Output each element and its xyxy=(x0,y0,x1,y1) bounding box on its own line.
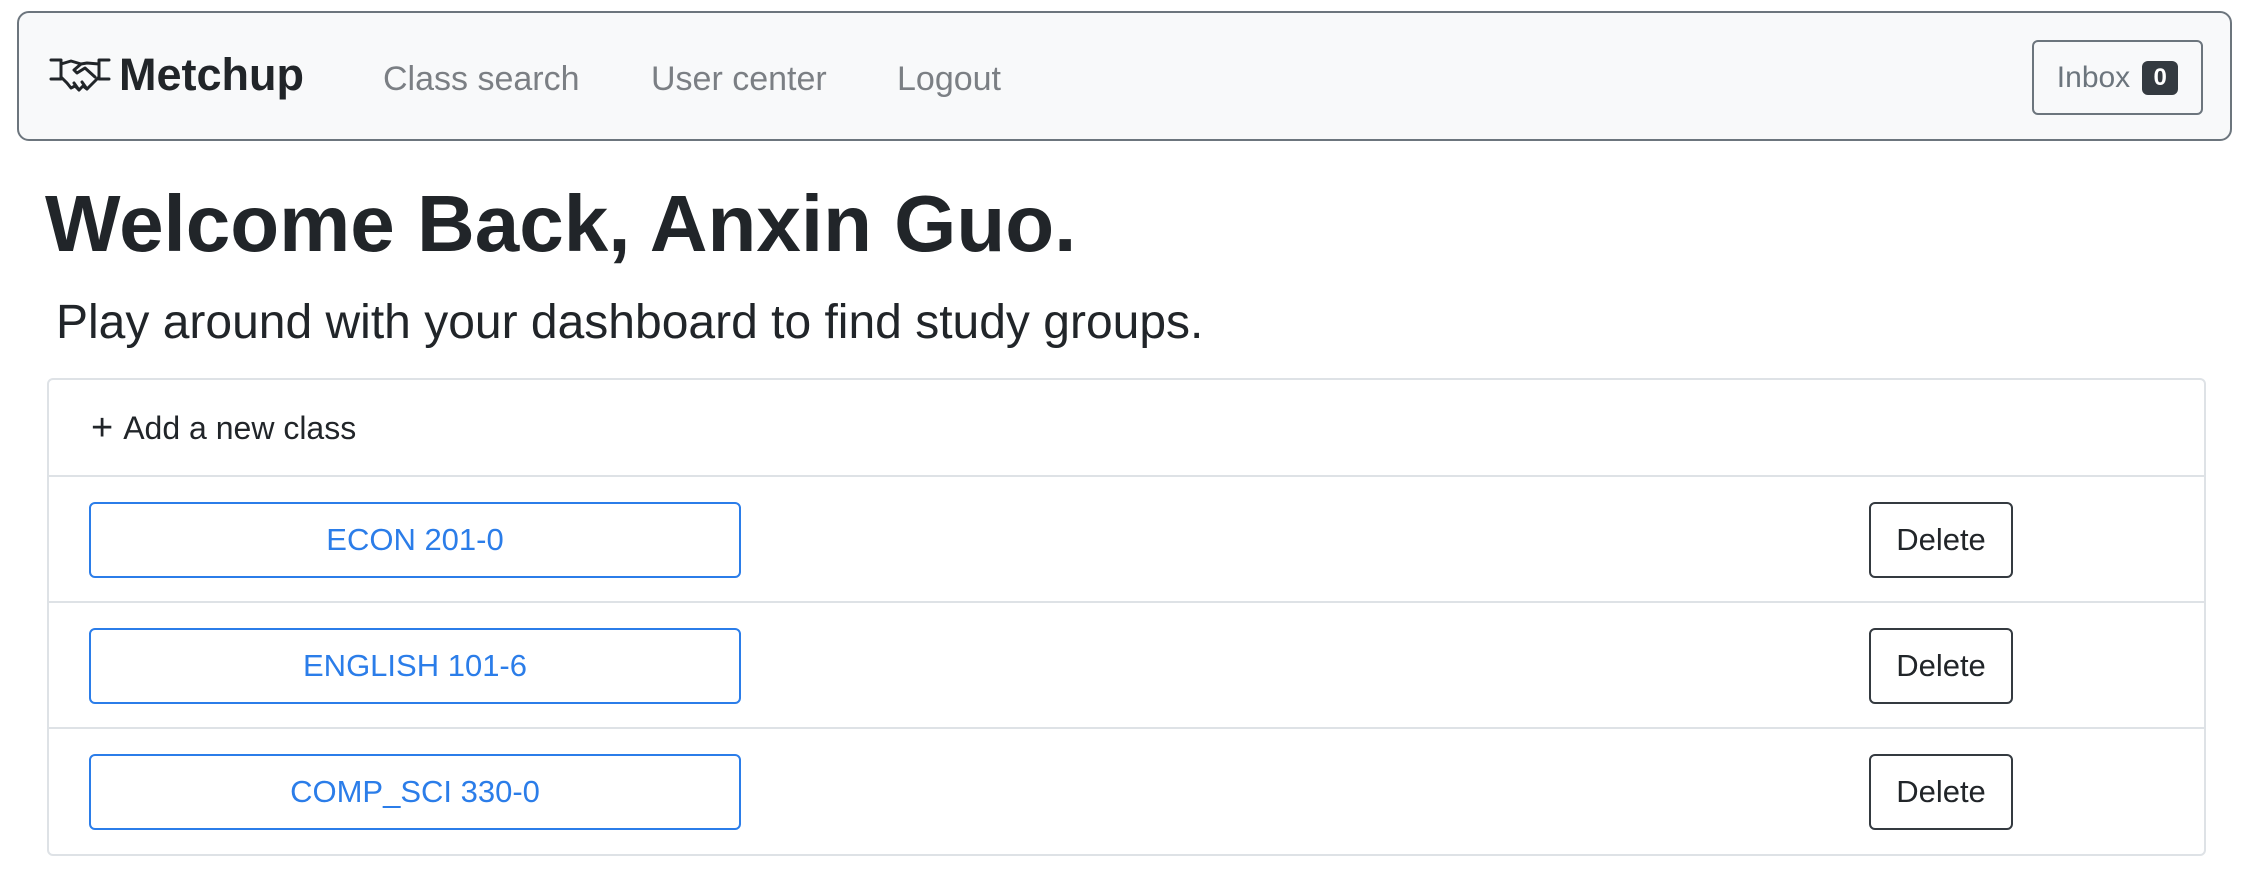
brand-link[interactable]: Metchup xyxy=(49,45,304,105)
inbox-count-badge: 0 xyxy=(2142,60,2179,95)
nav-link-class-search[interactable]: Class search xyxy=(383,59,580,99)
plus-icon: + xyxy=(91,407,114,449)
class-button-english-101-6[interactable]: ENGLISH 101-6 xyxy=(89,628,741,704)
class-button-econ-201-0[interactable]: ECON 201-0 xyxy=(89,502,741,578)
nav-link-logout[interactable]: Logout xyxy=(897,59,1001,99)
delete-button[interactable]: Delete xyxy=(1869,502,2013,578)
class-row: ECON 201-0 Delete xyxy=(49,477,2204,603)
page-title: Welcome Back, Anxin Guo. xyxy=(45,179,1077,268)
inbox-button[interactable]: Inbox 0 xyxy=(2032,40,2203,115)
handshake-icon xyxy=(49,55,111,95)
add-class-row: + Add a new class xyxy=(49,380,2204,477)
class-row: COMP_SCI 330-0 Delete xyxy=(49,729,2204,855)
delete-button[interactable]: Delete xyxy=(1869,628,2013,704)
add-class-link[interactable]: + Add a new class xyxy=(91,409,356,447)
delete-button[interactable]: Delete xyxy=(1869,754,2013,830)
class-row: ENGLISH 101-6 Delete xyxy=(49,603,2204,729)
page-subtitle: Play around with your dashboard to find … xyxy=(56,296,1204,349)
brand-name: Metchup xyxy=(119,49,304,100)
class-list: + Add a new class ECON 201-0 Delete ENGL… xyxy=(47,378,2206,856)
class-button-comp-sci-330-0[interactable]: COMP_SCI 330-0 xyxy=(89,754,741,830)
nav-link-user-center[interactable]: User center xyxy=(651,59,827,99)
inbox-label: Inbox xyxy=(2056,60,2131,94)
navbar: Metchup Class search User center Logout … xyxy=(17,11,2232,141)
add-class-label: Add a new class xyxy=(123,410,357,446)
